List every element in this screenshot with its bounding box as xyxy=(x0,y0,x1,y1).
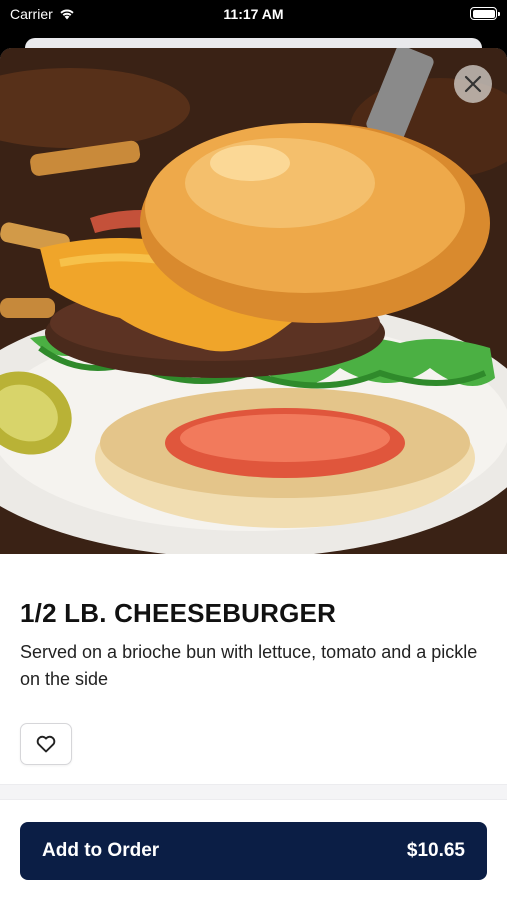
cheeseburger-photo xyxy=(0,48,507,554)
add-to-order-label: Add to Order xyxy=(42,840,160,861)
favorite-button[interactable] xyxy=(20,723,72,765)
item-detail-sheet: 1/2 LB. CHEESEBURGER Served on a brioche… xyxy=(0,48,507,900)
add-to-order-button[interactable]: Add to Order $10.65 xyxy=(20,822,487,880)
order-price: $10.65 xyxy=(406,840,465,861)
clock: 11:17 AM xyxy=(223,6,284,22)
heart-icon xyxy=(36,735,56,753)
item-info: 1/2 LB. CHEESEBURGER Served on a brioche… xyxy=(0,554,507,765)
item-title: 1/2 LB. CHEESEBURGER xyxy=(20,598,337,628)
battery-icon xyxy=(470,7,500,20)
close-button[interactable] xyxy=(454,65,492,103)
item-image xyxy=(0,48,507,554)
status-bar: Carrier 11:17 AM xyxy=(0,0,507,30)
close-icon xyxy=(464,75,482,93)
item-description: Served on a brioche bun with lettuce, to… xyxy=(20,642,478,689)
section-divider xyxy=(0,784,507,800)
